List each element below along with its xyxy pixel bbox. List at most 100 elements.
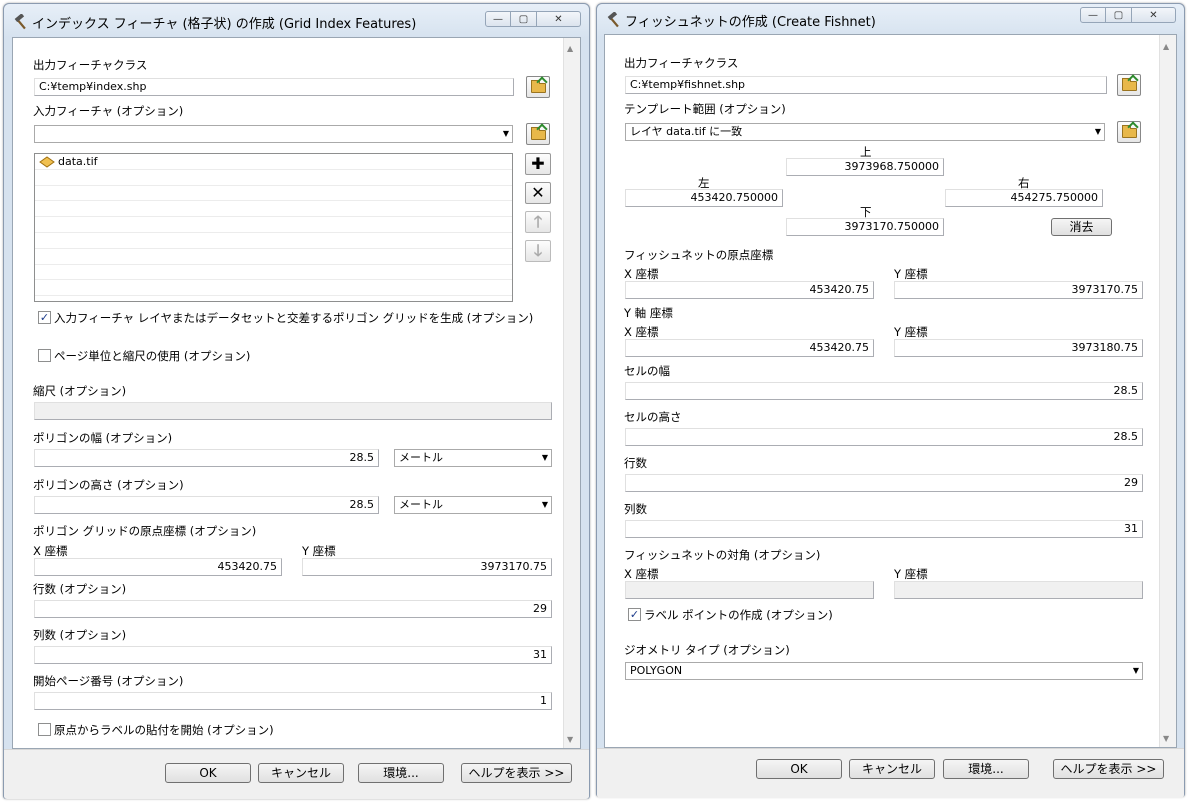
folder-open-icon: [1122, 125, 1137, 138]
template-extent-label: テンプレート範囲 (オプション): [624, 102, 786, 116]
remove-item-button[interactable]: ✕: [525, 182, 551, 204]
label-points-label: ラベル ポイントの作成 (オプション): [644, 608, 833, 622]
list-row-empty: [35, 265, 512, 281]
vertical-scrollbar[interactable]: ▲ ▼: [1159, 35, 1176, 747]
title-bar[interactable]: フィッシュネットの作成 (Create Fishnet) — ▢ ✕: [597, 4, 1184, 38]
move-down-button[interactable]: 🡓: [525, 240, 551, 262]
scale-input[interactable]: [34, 402, 552, 420]
generate-polygons-checkbox[interactable]: ✓: [38, 311, 51, 324]
geometry-type-value: POLYGON: [630, 664, 683, 677]
scroll-down-arrow-icon[interactable]: ▼: [567, 735, 573, 744]
add-item-button[interactable]: ✚: [525, 153, 551, 175]
extent-bottom-input[interactable]: 3973170.750000: [786, 218, 944, 236]
ok-button[interactable]: OK: [756, 759, 842, 779]
input-features-dropdown[interactable]: ▼: [34, 125, 513, 143]
label-points-checkbox[interactable]: ✓: [628, 608, 641, 621]
extent-left-input[interactable]: 453420.750000: [625, 189, 783, 207]
scroll-up-arrow-icon[interactable]: ▲: [1163, 42, 1169, 51]
minimize-button[interactable]: —: [1080, 7, 1106, 23]
use-page-units-label: ページ単位と縮尺の使用 (オプション): [54, 349, 251, 363]
origin-x-label: X 座標: [624, 267, 659, 281]
x-coord-label: X 座標: [33, 544, 68, 558]
corner-y-label: Y 座標: [894, 567, 928, 581]
browse-template-button[interactable]: [1117, 121, 1141, 143]
list-row-empty: [35, 233, 512, 249]
window-title: インデックス フィーチャ (格子状) の作成 (Grid Index Featu…: [32, 17, 417, 32]
corner-x-input[interactable]: [625, 581, 874, 599]
x-coord-input[interactable]: 453420.75: [34, 558, 282, 576]
origin-x-input[interactable]: 453420.75: [625, 281, 874, 299]
cancel-button[interactable]: キャンセル: [849, 759, 935, 779]
fishnet-origin-label: フィッシュネットの原点座標: [624, 248, 774, 262]
close-button[interactable]: ✕: [537, 11, 581, 27]
scroll-up-arrow-icon[interactable]: ▲: [567, 44, 573, 53]
browse-input-button[interactable]: [526, 123, 550, 145]
polygon-height-unit-select[interactable]: メートル ▼: [394, 496, 552, 514]
ok-button[interactable]: OK: [165, 763, 251, 783]
y-coord-input[interactable]: 3973170.75: [302, 558, 552, 576]
chevron-down-icon: ▼: [541, 500, 548, 509]
yaxis-y-input[interactable]: 3973180.75: [894, 339, 1143, 357]
maximize-button[interactable]: ▢: [511, 11, 537, 27]
maximize-button[interactable]: ▢: [1106, 7, 1132, 23]
clear-extent-button[interactable]: 消去: [1051, 218, 1112, 236]
rows-label: 行数 (オプション): [33, 582, 127, 596]
button-bar: OK キャンセル 環境... ヘルプを表示 >>: [4, 749, 589, 799]
list-row-empty: [35, 170, 512, 186]
create-fishnet-dialog: フィッシュネットの作成 (Create Fishnet) — ▢ ✕ ▲ ▼ 出…: [596, 3, 1185, 798]
title-bar[interactable]: インデックス フィーチャ (格子状) の作成 (Grid Index Featu…: [4, 4, 589, 38]
input-features-list[interactable]: data.tif: [34, 153, 513, 302]
cols-label: 列数: [624, 502, 647, 516]
yaxis-x-input[interactable]: 453420.75: [625, 339, 874, 357]
output-fc-label: 出力フィーチャクラス: [624, 56, 739, 70]
cancel-button[interactable]: キャンセル: [258, 763, 344, 783]
geometry-type-label: ジオメトリ タイプ (オプション): [624, 643, 790, 657]
geometry-type-dropdown[interactable]: POLYGON ▼: [625, 662, 1143, 680]
list-item[interactable]: data.tif: [35, 154, 512, 170]
browse-output-button[interactable]: [526, 76, 550, 98]
start-page-label: 開始ページ番号 (オプション): [33, 674, 184, 688]
origin-y-label: Y 座標: [894, 267, 928, 281]
label-from-origin-checkbox[interactable]: [38, 723, 51, 736]
list-item-label: data.tif: [58, 155, 98, 168]
browse-output-button[interactable]: [1117, 74, 1141, 96]
chevron-down-icon: ▼: [502, 129, 509, 138]
use-page-units-checkbox[interactable]: [38, 349, 51, 362]
move-up-button[interactable]: 🡑: [525, 211, 551, 233]
show-help-button[interactable]: ヘルプを表示 >>: [461, 763, 572, 783]
vertical-scrollbar[interactable]: ▲ ▼: [563, 38, 580, 748]
environments-button[interactable]: 環境...: [358, 763, 444, 783]
rows-input[interactable]: 29: [34, 600, 552, 618]
extent-top-input[interactable]: 3973968.750000: [786, 158, 944, 176]
template-extent-dropdown[interactable]: レイヤ data.tif に一致 ▼: [625, 123, 1105, 141]
origin-label: ポリゴン グリッドの原点座標 (オプション): [33, 524, 257, 538]
polygon-width-unit-select[interactable]: メートル ▼: [394, 449, 552, 467]
polygon-height-input[interactable]: 28.5: [34, 496, 379, 514]
scroll-down-arrow-icon[interactable]: ▼: [1163, 734, 1169, 743]
output-fc-input[interactable]: C:¥temp¥fishnet.shp: [625, 76, 1107, 94]
show-help-button[interactable]: ヘルプを表示 >>: [1053, 759, 1164, 779]
rows-input[interactable]: 29: [625, 474, 1143, 492]
start-page-input[interactable]: 1: [34, 692, 552, 710]
cols-input[interactable]: 31: [625, 520, 1143, 538]
folder-open-icon: [531, 127, 546, 140]
origin-y-input[interactable]: 3973170.75: [894, 281, 1143, 299]
folder-open-icon: [531, 80, 546, 93]
cell-height-input[interactable]: 28.5: [625, 428, 1143, 446]
close-button[interactable]: ✕: [1132, 7, 1176, 23]
polygon-height-unit-value: メートル: [399, 498, 443, 511]
parameters-panel: ▲ ▼ 出力フィーチャクラス C:¥temp¥fishnet.shp テンプレー…: [604, 34, 1177, 748]
cols-input[interactable]: 31: [34, 646, 552, 664]
hammer-icon: [14, 14, 26, 30]
polygon-width-input[interactable]: 28.5: [34, 449, 379, 467]
extent-right-input[interactable]: 454275.750000: [945, 189, 1103, 207]
corner-y-input[interactable]: [894, 581, 1143, 599]
cell-width-input[interactable]: 28.5: [625, 382, 1143, 400]
output-fc-input[interactable]: C:¥temp¥index.shp: [34, 78, 514, 96]
window-title: フィッシュネットの作成 (Create Fishnet): [625, 15, 876, 30]
corner-x-label: X 座標: [624, 567, 659, 581]
hammer-icon: [607, 12, 619, 28]
environments-button[interactable]: 環境...: [943, 759, 1029, 779]
polygon-width-label: ポリゴンの幅 (オプション): [33, 431, 173, 445]
minimize-button[interactable]: —: [485, 11, 511, 27]
